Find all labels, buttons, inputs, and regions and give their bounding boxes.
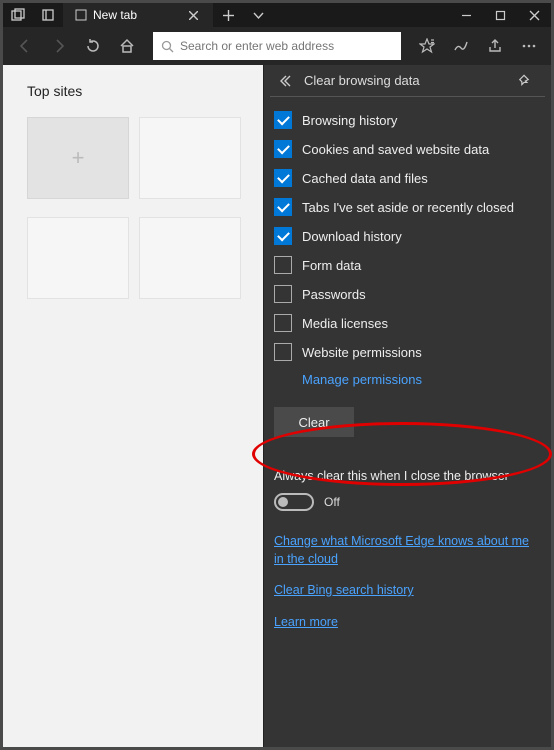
checkbox[interactable] [274, 343, 292, 361]
new-tab-button[interactable] [213, 3, 243, 27]
browser-tab[interactable]: New tab [63, 3, 213, 27]
checkbox[interactable] [274, 198, 292, 216]
titlebar: New tab [3, 3, 551, 27]
pin-icon[interactable] [517, 74, 537, 88]
always-clear-toggle[interactable] [274, 493, 314, 511]
checkbox[interactable] [274, 227, 292, 245]
link-bing[interactable]: Clear Bing search history [274, 582, 541, 600]
manage-permissions-link[interactable]: Manage permissions [302, 372, 541, 387]
check-row[interactable]: Cookies and saved website data [274, 140, 541, 158]
address-input[interactable] [180, 39, 393, 53]
check-row[interactable]: Media licenses [274, 314, 541, 332]
top-site-tile-add[interactable] [27, 117, 129, 199]
checkbox[interactable] [274, 169, 292, 187]
notes-icon[interactable] [445, 30, 477, 62]
back-button[interactable] [9, 30, 41, 62]
window-maximize-icon[interactable] [483, 3, 517, 27]
checkbox[interactable] [274, 111, 292, 129]
show-tabs-aside-icon[interactable] [33, 3, 63, 27]
toolbar [3, 27, 551, 65]
checkbox[interactable] [274, 314, 292, 332]
check-label: Download history [302, 229, 402, 244]
panel-back-icon[interactable] [278, 74, 298, 88]
clear-browsing-data-panel: Clear browsing data Browsing history Cook… [263, 65, 551, 747]
check-label: Form data [302, 258, 361, 273]
always-clear-label: Always clear this when I close the brows… [274, 469, 541, 483]
refresh-button[interactable] [77, 30, 109, 62]
checkbox[interactable] [274, 140, 292, 158]
home-button[interactable] [111, 30, 143, 62]
check-label: Website permissions [302, 345, 422, 360]
top-site-tile[interactable] [139, 217, 241, 299]
address-bar[interactable] [153, 32, 401, 60]
checkbox[interactable] [274, 285, 292, 303]
check-row[interactable]: Website permissions [274, 343, 541, 361]
clear-button[interactable]: Clear [274, 407, 354, 437]
favorites-icon[interactable] [411, 30, 443, 62]
search-icon [161, 40, 174, 53]
check-label: Tabs I've set aside or recently closed [302, 200, 514, 215]
more-icon[interactable] [513, 30, 545, 62]
check-row[interactable]: Passwords [274, 285, 541, 303]
check-label: Cached data and files [302, 171, 428, 186]
check-row[interactable]: Form data [274, 256, 541, 274]
window-close-icon[interactable] [517, 3, 551, 27]
top-site-tile[interactable] [27, 217, 129, 299]
tab-dropdown-icon[interactable] [243, 3, 273, 27]
tab-title: New tab [93, 8, 189, 22]
check-row[interactable]: Browsing history [274, 111, 541, 129]
toggle-state-text: Off [324, 495, 340, 509]
check-label: Browsing history [302, 113, 397, 128]
panel-title: Clear browsing data [298, 73, 517, 88]
link-learn[interactable]: Learn more [274, 614, 541, 632]
link-cloud[interactable]: Change what Microsoft Edge knows about m… [274, 533, 541, 568]
checkbox[interactable] [274, 256, 292, 274]
tab-close-icon[interactable] [189, 11, 205, 20]
forward-button[interactable] [43, 30, 75, 62]
check-row[interactable]: Tabs I've set aside or recently closed [274, 198, 541, 216]
tabs-aside-icon[interactable] [3, 3, 33, 27]
top-site-tile[interactable] [139, 117, 241, 199]
share-icon[interactable] [479, 30, 511, 62]
check-label: Media licenses [302, 316, 388, 331]
check-row[interactable]: Cached data and files [274, 169, 541, 187]
check-row[interactable]: Download history [274, 227, 541, 245]
window-minimize-icon[interactable] [449, 3, 483, 27]
check-label: Passwords [302, 287, 366, 302]
check-label: Cookies and saved website data [302, 142, 489, 157]
